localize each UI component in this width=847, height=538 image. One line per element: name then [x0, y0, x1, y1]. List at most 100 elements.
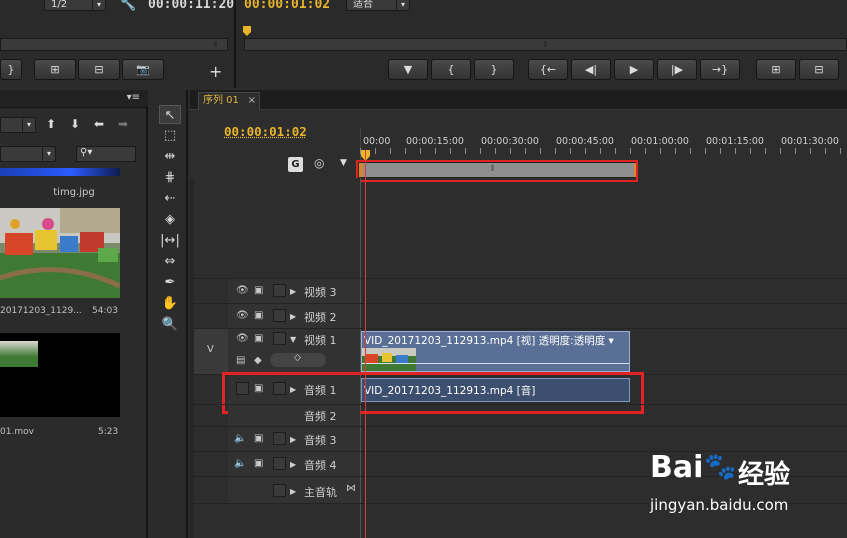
project-panel: ▾≡ ▾ ⬆ ⬇ ⬅ ➡ ▾ ⚲▾ timg.jpg 20171203_1129… [0, 90, 148, 538]
baidu-watermark: Bai 🐾 经验 jingyan.baidu.com [646, 446, 846, 538]
track-header-master: ▶ 主音轨 ⋈ [228, 477, 360, 503]
program-playhead-marker[interactable] [243, 26, 251, 36]
track-row-audio2: 音频 2 [190, 404, 847, 426]
hand-tool-icon[interactable]: ✋ [159, 294, 181, 313]
project-search-input[interactable]: ⚲▾ [76, 146, 136, 162]
arrow-right-icon[interactable]: ➡ [118, 117, 128, 131]
play-button[interactable]: ▶ [614, 59, 654, 80]
ruler-label: 00:00:30:00 [481, 136, 539, 147]
arrow-left-icon[interactable]: ⬅ [94, 117, 104, 131]
project-panel-header: ▾≡ [0, 90, 148, 108]
track-select-tool-icon[interactable]: ⬚ [159, 126, 181, 145]
speaker-icon[interactable]: 🔈 [234, 433, 246, 444]
source-next-edit-button[interactable]: } [0, 59, 22, 80]
zoom-tool-icon[interactable]: 🔍 [159, 315, 181, 334]
camera-icon[interactable]: ▣ [254, 433, 263, 444]
track-header-audio2: 音频 2 [228, 405, 360, 426]
selection-tool-icon[interactable]: ↖ [159, 105, 181, 124]
step-back-button[interactable]: ◀| [571, 59, 611, 80]
expand-arrow-icon[interactable]: ▶ [290, 487, 296, 496]
scrub-grip-icon: ⦀ [213, 40, 218, 49]
video-clip-thumbnail [362, 348, 416, 371]
marker-globe-icon[interactable]: ◎ [314, 156, 324, 170]
expand-arrow-icon[interactable]: ▶ [290, 312, 296, 321]
master-output-icon[interactable]: ⋈ [346, 483, 356, 494]
export-frame-button[interactable]: 📷 [122, 59, 164, 80]
rolling-edit-tool-icon[interactable]: ⋕ [159, 168, 181, 187]
add-marker-button[interactable]: ▼ [388, 59, 428, 80]
arrow-down-icon[interactable]: ⬇ [70, 117, 80, 131]
slip-tool-icon[interactable]: |↔| [159, 231, 181, 250]
razor-tool-icon[interactable]: ◈ [159, 210, 181, 229]
program-timecode: 00:00:01:02 [244, 0, 331, 12]
camera-icon[interactable]: ▣ [254, 458, 263, 469]
track-header-video1: 👁 ▣ ▼ 视频 1 ▤ ◆ ◇ [228, 329, 360, 374]
bin-dropdown[interactable]: ▾ [0, 117, 36, 133]
add-button-icon[interactable]: + [209, 62, 222, 81]
program-scrub-bar[interactable]: ⦀ [244, 38, 847, 51]
rate-stretch-tool-icon[interactable]: ⇠ [159, 189, 181, 208]
expand-arrow-icon[interactable]: ▶ [290, 287, 296, 296]
lock-toggle[interactable] [273, 284, 286, 297]
go-to-in-button[interactable]: {← [528, 59, 568, 80]
video-clip[interactable]: VID_20171203_112913.mp4 [视] 透明度:透明度 ▾ [361, 331, 630, 372]
insert-button[interactable]: ⊞ [34, 59, 76, 80]
watermark-brand: Bai [650, 450, 704, 485]
ripple-edit-tool-icon[interactable]: ⇹ [159, 147, 181, 166]
video-thumbnail[interactable] [0, 208, 120, 298]
timeline-timecode[interactable]: 00:00:01:02 [224, 124, 307, 139]
mark-out-button[interactable]: } [474, 59, 514, 80]
filter-dropdown[interactable]: ▾ [0, 146, 56, 162]
video-duration: 54:03 [92, 306, 118, 316]
lock-toggle[interactable] [273, 332, 286, 345]
mov-thumbnail[interactable] [0, 333, 120, 417]
opacity-line[interactable] [362, 363, 629, 364]
collapse-arrow-icon[interactable]: ▼ [290, 335, 296, 344]
camera-icon[interactable]: ▣ [254, 310, 263, 321]
pen-tool-icon[interactable]: ✒ [159, 273, 181, 292]
tab-sequence-01[interactable]: 序列 01 × [198, 92, 260, 110]
overwrite-button[interactable]: ⊟ [78, 59, 120, 80]
extract-button[interactable]: ⊟ [799, 59, 839, 80]
display-style-icon[interactable]: ▤ [236, 355, 245, 366]
lock-toggle[interactable] [273, 432, 286, 445]
eye-icon[interactable]: 👁 [236, 285, 249, 296]
camera-icon[interactable]: ▣ [254, 333, 263, 344]
lock-toggle[interactable] [273, 484, 286, 497]
chevron-down-icon: ▾ [92, 0, 105, 10]
lock-toggle[interactable] [273, 309, 286, 322]
tools-panel: ↖ ⬚ ⇹ ⋕ ⇠ ◈ |↔| ⇔ ✒ ✋ 🔍 [152, 90, 188, 538]
source-scrub-bar[interactable]: ⦀ [0, 38, 228, 51]
slide-tool-icon[interactable]: ⇔ [159, 252, 181, 271]
paw-icon: 🐾 [704, 452, 737, 482]
keyframe-diamond-icon[interactable]: ◇ [294, 353, 301, 363]
mark-in-button[interactable]: { [431, 59, 471, 80]
lock-toggle[interactable] [273, 457, 286, 470]
expand-arrow-icon[interactable]: ▶ [290, 460, 296, 469]
panel-menu-icon[interactable]: ▾≡ [127, 92, 140, 103]
keyframe-icon[interactable]: ◆ [254, 355, 262, 366]
fit-dropdown[interactable]: 适合 ▾ [346, 0, 410, 11]
ruler-label: 00:01:15:00 [706, 136, 764, 147]
timeline-tab-bar: 序列 01 × [190, 90, 847, 110]
lift-button[interactable]: ⊞ [756, 59, 796, 80]
speaker-icon[interactable]: 🔈 [234, 458, 246, 469]
source-patch-v[interactable]: V [194, 329, 228, 375]
source-zoom-dropdown[interactable]: 1/2 ▾ [44, 0, 106, 11]
arrow-up-icon[interactable]: ⬆ [46, 117, 56, 131]
add-marker-icon[interactable]: ▼ [340, 158, 347, 168]
go-to-out-button[interactable]: →} [700, 59, 740, 80]
search-icon: ⚲▾ [80, 147, 93, 158]
expand-arrow-icon[interactable]: ▶ [290, 435, 296, 444]
timg-thumbnail-strip[interactable] [0, 168, 120, 176]
eye-icon[interactable]: 👁 [236, 333, 249, 344]
step-forward-button[interactable]: |▶ [657, 59, 697, 80]
ruler-label: 00:00 [363, 136, 391, 147]
keyframe-navigator[interactable]: ◇ [270, 353, 326, 367]
wrench-icon[interactable]: 🔧 [120, 0, 136, 12]
scrub-grip-icon: ⦀ [543, 40, 548, 49]
close-icon[interactable]: × [248, 93, 256, 109]
camera-icon[interactable]: ▣ [254, 285, 263, 296]
snap-icon[interactable]: G [288, 157, 303, 172]
eye-icon[interactable]: 👁 [236, 310, 249, 321]
